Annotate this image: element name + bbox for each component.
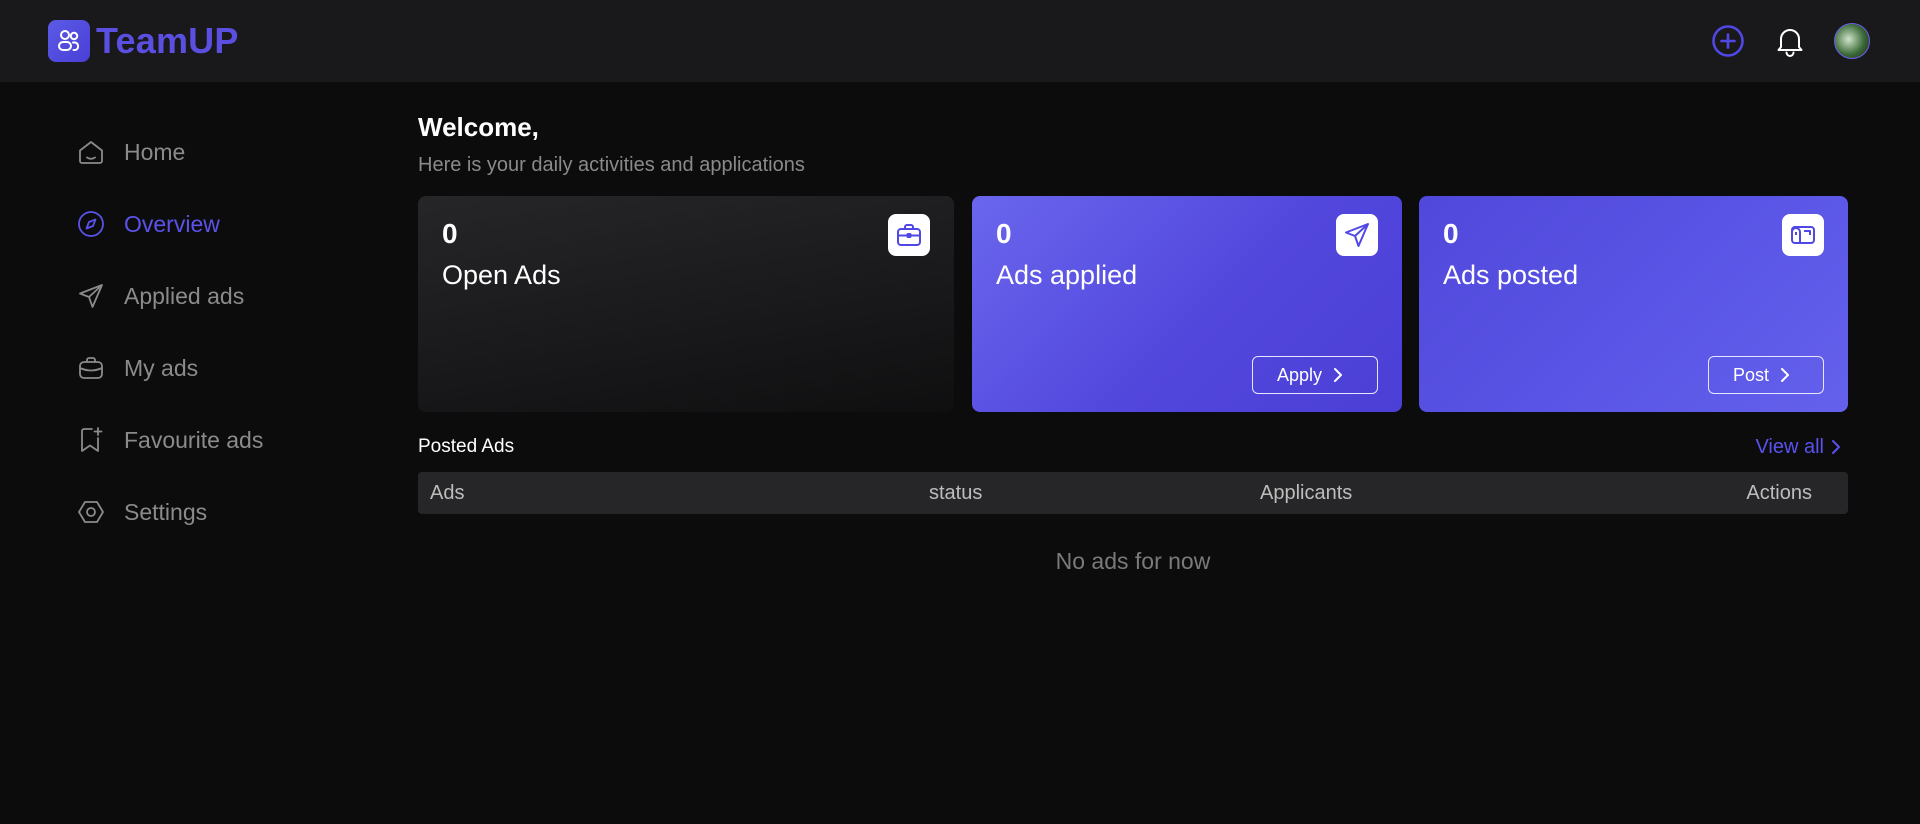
column-header-status[interactable]: status bbox=[929, 482, 982, 505]
sidebar-item-applied-ads[interactable]: Applied ads bbox=[76, 276, 376, 316]
home-icon bbox=[76, 137, 106, 167]
table-header: Ads status Applicants Actions bbox=[418, 472, 1848, 514]
page-subtitle: Here is your daily activities and applic… bbox=[418, 154, 805, 176]
ads-applied-card: 0 Ads applied Apply bbox=[972, 196, 1402, 412]
bell-icon[interactable] bbox=[1772, 23, 1808, 59]
team-logo-icon bbox=[48, 20, 90, 62]
view-all-label: View all bbox=[1755, 435, 1824, 458]
sidebar-item-label: Overview bbox=[124, 210, 220, 237]
column-header-actions[interactable]: Actions bbox=[1746, 482, 1812, 505]
sidebar-item-overview[interactable]: Overview bbox=[76, 204, 376, 244]
column-header-applicants[interactable]: Applicants bbox=[1260, 482, 1352, 505]
post-button-label: Post bbox=[1733, 364, 1770, 385]
ads-applied-label: Ads applied bbox=[996, 260, 1138, 290]
send-icon bbox=[76, 281, 106, 311]
brand-name: TeamUP bbox=[96, 20, 239, 61]
plus-circle-icon[interactable] bbox=[1710, 23, 1746, 59]
sidebar-item-settings[interactable]: Settings bbox=[76, 492, 376, 532]
chevron-right-icon bbox=[1832, 440, 1840, 454]
posted-ads-section: Posted Ads View all Ads status Applicant… bbox=[418, 434, 1848, 575]
apply-button[interactable]: Apply bbox=[1252, 356, 1378, 394]
view-all-link[interactable]: View all bbox=[1755, 436, 1842, 459]
sidebar-item-label: Home bbox=[124, 138, 186, 165]
open-ads-count: 0 bbox=[442, 218, 458, 249]
open-ads-label: Open Ads bbox=[442, 260, 561, 290]
settings-icon bbox=[76, 497, 106, 527]
mailbox-icon bbox=[1782, 214, 1824, 256]
sidebar-item-home[interactable]: Home bbox=[76, 132, 376, 172]
empty-state: No ads for now bbox=[1055, 548, 1211, 574]
sidebar-item-label: My ads bbox=[124, 354, 199, 381]
open-ads-card: 0 Open Ads bbox=[418, 196, 954, 412]
briefcase-icon bbox=[76, 353, 106, 383]
posted-ads-header: Posted Ads View all bbox=[418, 434, 1848, 460]
main-content: Welcome, Here is your daily activities a… bbox=[418, 108, 1848, 574]
apply-button-label: Apply bbox=[1277, 364, 1323, 385]
send-icon bbox=[1336, 214, 1378, 256]
ads-applied-count: 0 bbox=[996, 218, 1012, 249]
top-bar: TeamUP bbox=[0, 0, 1920, 82]
sidebar-item-favourite-ads[interactable]: Favourite ads bbox=[76, 420, 376, 460]
ads-posted-label: Ads posted bbox=[1443, 260, 1579, 290]
briefcase-icon bbox=[888, 214, 930, 256]
posted-ads-title: Posted Ads bbox=[418, 436, 515, 457]
compass-icon bbox=[76, 209, 106, 239]
page-title: Welcome, bbox=[418, 112, 539, 142]
sidebar-item-label: Settings bbox=[124, 498, 208, 525]
bookmark-plus-icon bbox=[76, 425, 106, 455]
brand[interactable]: TeamUP bbox=[48, 20, 239, 62]
ads-posted-count: 0 bbox=[1443, 218, 1459, 249]
chevron-right-icon bbox=[1334, 368, 1343, 382]
post-button[interactable]: Post bbox=[1708, 356, 1824, 394]
column-header-ads[interactable]: Ads bbox=[430, 482, 464, 505]
sidebar-item-label: Applied ads bbox=[124, 282, 245, 309]
ads-posted-card: 0 Ads posted Post bbox=[1419, 196, 1848, 412]
sidebar-item-my-ads[interactable]: My ads bbox=[76, 348, 376, 388]
header-actions bbox=[1710, 23, 1870, 59]
stat-cards: 0 Open Ads 0 Ads applied Apply 0 Ads pos… bbox=[418, 196, 1848, 412]
chevron-right-icon bbox=[1781, 368, 1790, 382]
sidebar: Home Overview Applied ads My ads Favouri… bbox=[76, 132, 376, 564]
avatar[interactable] bbox=[1834, 23, 1870, 59]
sidebar-item-label: Favourite ads bbox=[124, 426, 264, 453]
